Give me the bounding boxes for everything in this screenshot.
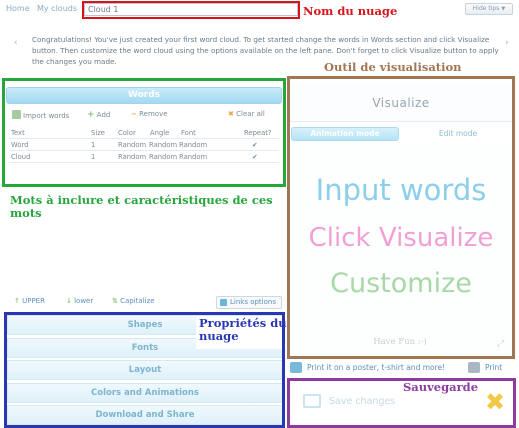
- annotation-box-words: [2, 78, 286, 187]
- print-link[interactable]: Print: [485, 363, 502, 372]
- annotation-label-save: Sauvegarde: [403, 380, 479, 394]
- annotation-box-name: [82, 1, 300, 19]
- links-options-label: Links options: [230, 298, 276, 306]
- uppercase-button[interactable]: ↑ UPPER: [14, 297, 45, 305]
- print-bar: Print it on a poster, t-shirt and more! …: [290, 362, 514, 375]
- home-link[interactable]: Home: [6, 4, 30, 13]
- arrows-icon: ⇅: [112, 297, 118, 305]
- annotation-label-name: Nom du nuage: [303, 4, 398, 18]
- arrow-down-icon: ↓: [66, 297, 72, 305]
- lowercase-button[interactable]: ↓ lower: [66, 297, 93, 305]
- links-options-button[interactable]: Links options: [216, 296, 282, 309]
- annotation-box-save: [287, 378, 516, 428]
- hide-tips-select[interactable]: Hide tips ▼: [465, 3, 513, 15]
- annotation-label-visualize: Outil de visualisation: [324, 60, 462, 74]
- lower-label: lower: [74, 297, 94, 305]
- print-poster-link[interactable]: Print it on a poster, t-shirt and more!: [307, 363, 445, 372]
- capitalize-label: Capitalize: [120, 297, 155, 305]
- poster-icon: [290, 362, 302, 373]
- capitalize-button[interactable]: ⇅ Capitalize: [112, 297, 155, 305]
- chevron-left-icon[interactable]: ‹: [14, 38, 18, 48]
- link-icon: [220, 299, 227, 306]
- hide-tips-label: Hide tips: [472, 5, 500, 12]
- annotation-label-words: Mots à inclure et caractéristiques de ce…: [10, 193, 273, 220]
- arrow-up-icon: ↑: [14, 297, 20, 305]
- printer-icon: [468, 362, 480, 373]
- my-clouds-link[interactable]: My clouds: [37, 4, 77, 13]
- upper-label: UPPER: [22, 297, 45, 305]
- chevron-right-icon[interactable]: ›: [505, 38, 509, 48]
- annotation-box-visualize: [287, 76, 515, 359]
- annotation-label-properties: Propriétés du nuage: [199, 316, 287, 343]
- chevron-down-icon: ▼: [501, 6, 506, 12]
